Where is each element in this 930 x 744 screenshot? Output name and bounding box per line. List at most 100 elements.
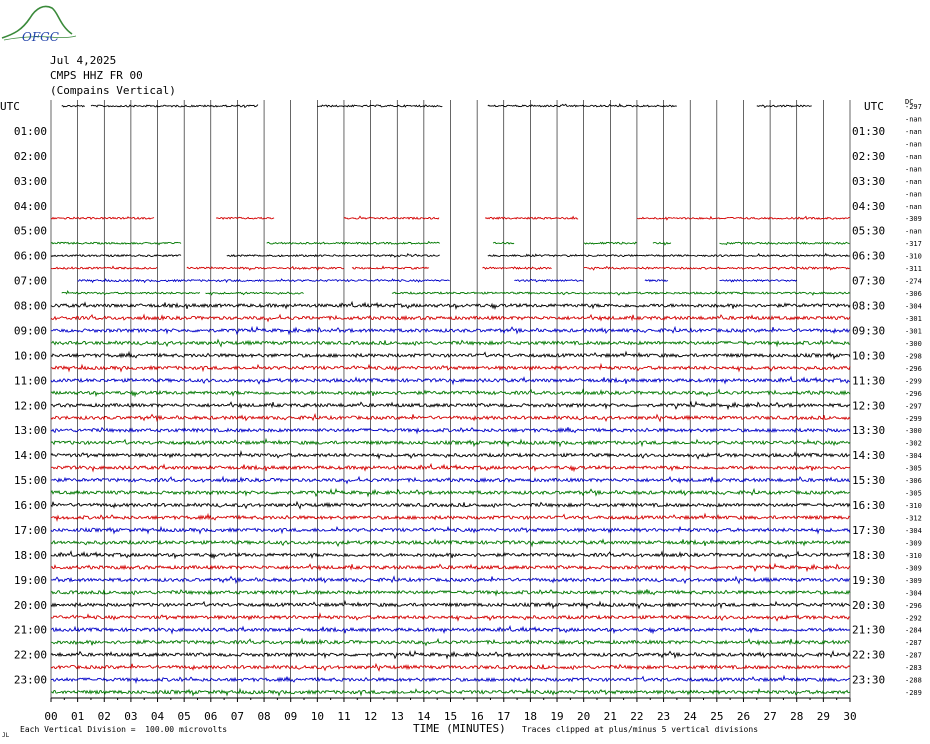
dc-offset-label: -300 <box>905 340 922 348</box>
right-hour-label: 21:30 <box>852 624 885 637</box>
dc-offset-label: -nan <box>905 115 922 123</box>
x-tick-label: 08 <box>257 710 270 723</box>
x-tick-label: 03 <box>124 710 137 723</box>
left-hour-label: 09:00 <box>14 324 47 337</box>
dc-offset-label: -298 <box>905 352 922 360</box>
dc-offset-label: -306 <box>905 477 922 485</box>
right-hour-label: 09:30 <box>852 324 885 337</box>
trace-segment <box>351 265 430 270</box>
right-hour-label: 11:30 <box>852 374 885 387</box>
trace-segment <box>90 104 259 109</box>
right-hour-label: 13:30 <box>852 424 885 437</box>
right-hour-label: 22:30 <box>852 649 885 662</box>
x-tick-label: 29 <box>817 710 830 723</box>
dc-offset-label: -310 <box>905 502 922 510</box>
dc-offset-label: -nan <box>905 128 922 136</box>
right-hour-label: 01:30 <box>852 125 885 138</box>
trace-segment <box>226 252 440 258</box>
trace-segment <box>652 241 672 246</box>
dc-offset-label: -289 <box>905 689 922 697</box>
trace-segment <box>484 215 579 220</box>
dc-offset-label: -296 <box>905 602 922 610</box>
dc-offset-label: -288 <box>905 677 922 685</box>
dc-offset-label: -nan <box>905 228 922 236</box>
left-hour-label: 21:00 <box>14 624 47 637</box>
dc-offset-label: -309 <box>905 564 922 572</box>
trace-segment <box>391 290 851 296</box>
dc-offset-label: -287 <box>905 652 922 660</box>
right-hour-label: 20:30 <box>852 599 885 612</box>
dc-offset-label: -309 <box>905 539 922 547</box>
x-tick-label: 04 <box>151 710 165 723</box>
x-tick-label: 18 <box>524 710 537 723</box>
x-tick-label: 00 <box>44 710 57 723</box>
trace-segment <box>215 216 275 220</box>
right-hour-label: 03:30 <box>852 175 885 188</box>
trace-segment <box>514 278 584 283</box>
dc-offset-label: -301 <box>905 327 922 335</box>
right-hour-label: 10:30 <box>852 349 885 362</box>
dc-offset-label: -309 <box>905 577 922 585</box>
x-tick-label: 05 <box>178 710 191 723</box>
x-tick-label: 22 <box>630 710 643 723</box>
trace-segment <box>50 241 182 246</box>
x-tick-label: 02 <box>98 710 111 723</box>
right-axis-label: UTC <box>864 100 884 113</box>
dc-label: DC <box>905 98 913 106</box>
left-hour-label: 20:00 <box>14 599 47 612</box>
right-hour-label: 18:30 <box>852 549 885 562</box>
x-tick-label: 19 <box>550 710 563 723</box>
x-tick-label: 11 <box>337 710 350 723</box>
helicorder-plot: 00 01 02 03 04 05 06 07 08 09 10 11 12 13 14 15 16 17 18 19… <box>0 98 922 735</box>
left-hour-label: 17:00 <box>14 524 47 537</box>
x-tick-label: 21 <box>604 710 617 723</box>
dc-offset-label: -296 <box>905 390 922 398</box>
left-axis-label: UTC <box>0 100 20 113</box>
dc-offset-label: -nan <box>905 140 922 148</box>
dc-offset-label: -309 <box>905 215 922 223</box>
trace-segment <box>487 103 677 108</box>
x-tick-label: 23 <box>657 710 670 723</box>
x-tick-label: 20 <box>577 710 590 723</box>
right-hour-label: 15:30 <box>852 474 885 487</box>
dc-offset-label: -304 <box>905 303 922 311</box>
trace-segment <box>61 104 86 108</box>
left-hour-label: 01:00 <box>14 125 47 138</box>
trace-segment <box>756 104 812 109</box>
left-hour-label: 03:00 <box>14 175 47 188</box>
dc-offset-label: -nan <box>905 165 922 173</box>
division-note: Each Vertical Division = 100.00 microvol… <box>20 725 228 734</box>
dc-offset-label: -299 <box>905 377 922 385</box>
x-tick-label: 24 <box>684 710 698 723</box>
left-hour-label: 12:00 <box>14 399 47 412</box>
left-hour-label: 22:00 <box>14 649 47 662</box>
left-hour-label: 23:00 <box>14 674 47 687</box>
x-tick-label: 07 <box>231 710 244 723</box>
dc-offset-label: -305 <box>905 490 922 498</box>
right-hour-label: 04:30 <box>852 200 885 213</box>
right-hour-label: 05:30 <box>852 225 885 238</box>
left-hour-label: 02:00 <box>14 150 47 163</box>
x-tick-label: 01 <box>71 710 84 723</box>
dc-offset-label: -nan <box>905 190 922 198</box>
left-hour-label: 13:00 <box>14 424 47 437</box>
right-hour-label: 16:30 <box>852 499 885 512</box>
x-tick-label: 06 <box>204 710 217 723</box>
dc-offset-label: -304 <box>905 527 922 535</box>
x-tick-label: 30 <box>843 710 856 723</box>
dc-offset-label: -287 <box>905 639 922 647</box>
left-hour-label: 08:00 <box>14 300 47 313</box>
dc-offset-label: -292 <box>905 614 922 622</box>
left-hour-label: 07:00 <box>14 275 47 288</box>
x-tick-label: 12 <box>364 710 377 723</box>
dc-offset-label: -311 <box>905 265 922 273</box>
minute-grid <box>50 100 851 702</box>
trace-segment <box>644 279 669 283</box>
dc-offset-label: -301 <box>905 315 922 323</box>
dc-offset-label: -296 <box>905 365 922 373</box>
left-hour-label: 05:00 <box>14 225 47 238</box>
dc-offset-label: -nan <box>905 203 922 211</box>
dc-offset-label: -nan <box>905 153 922 161</box>
right-hour-label: 17:30 <box>852 524 885 537</box>
dc-offset-label: -nan <box>905 178 922 186</box>
